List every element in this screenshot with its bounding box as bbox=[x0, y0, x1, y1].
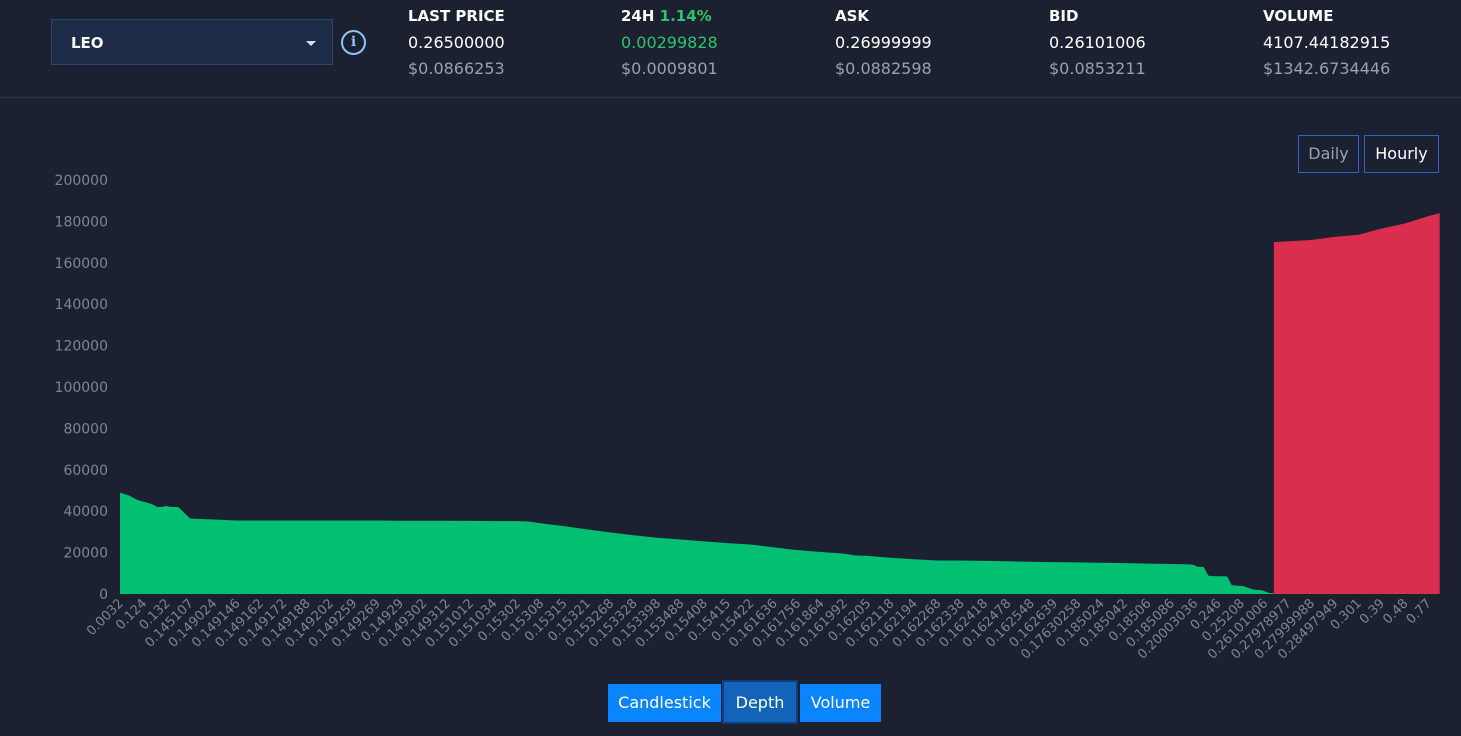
depth-chart: 0 20000 40000 60000 80000 100000 120000 140000 1… bbox=[55, 173, 1440, 662]
chevron-down-icon bbox=[306, 41, 316, 46]
stat-value: 0.26999999 bbox=[835, 33, 932, 52]
stat-label: BID bbox=[1049, 7, 1079, 25]
y-tick-label: 180000 bbox=[55, 214, 108, 230]
x-tick-label: 0.48 bbox=[1380, 596, 1411, 627]
stat-usd-value: $0.0853211 bbox=[1049, 59, 1146, 78]
tab-volume[interactable]: Volume bbox=[800, 684, 881, 722]
stat-usd-value: $0.0882598 bbox=[835, 59, 932, 78]
tab-depth[interactable]: Depth bbox=[722, 680, 798, 724]
change-percent: 1.14% bbox=[659, 7, 712, 25]
stat-volume: VOLUME 4107.44182915 $1342.6734446 bbox=[1263, 7, 1390, 78]
stat-bid: BID 0.26101006 $0.0853211 bbox=[1049, 7, 1146, 78]
market-header: LEO i LAST PRICE 0.26500000 $0.0866253 2… bbox=[0, 0, 1461, 98]
stat-value: 0.00299828 bbox=[621, 33, 718, 52]
asks-area bbox=[1273, 213, 1440, 594]
stat-usd-value: $0.0866253 bbox=[408, 59, 505, 78]
stat-value: 4107.44182915 bbox=[1263, 33, 1391, 52]
pair-select[interactable]: LEO bbox=[51, 19, 333, 65]
stat-label: LAST PRICE bbox=[408, 7, 505, 25]
y-tick-label: 20000 bbox=[63, 546, 108, 562]
info-icon[interactable]: i bbox=[341, 30, 366, 55]
hourly-button[interactable]: Hourly bbox=[1364, 135, 1439, 173]
y-tick-label: 200000 bbox=[55, 173, 108, 189]
y-tick-label: 80000 bbox=[63, 421, 108, 437]
y-tick-label: 0 bbox=[99, 587, 108, 603]
tab-candlestick[interactable]: Candlestick bbox=[608, 684, 721, 722]
stat-usd-value: $0.0009801 bbox=[621, 59, 718, 78]
stat-label: VOLUME bbox=[1263, 7, 1334, 25]
y-tick-label: 40000 bbox=[63, 504, 108, 520]
y-tick-label: 140000 bbox=[55, 297, 108, 313]
stat-value: 0.26500000 bbox=[408, 33, 505, 52]
y-tick-label: 100000 bbox=[55, 380, 108, 396]
stat-label: ASK bbox=[835, 7, 870, 25]
stat-last-price: LAST PRICE 0.26500000 $0.0866253 bbox=[408, 7, 505, 78]
bids-area bbox=[120, 492, 1284, 594]
x-tick-label: 0.77 bbox=[1404, 596, 1435, 627]
x-tick-label: 0.39 bbox=[1357, 596, 1388, 627]
daily-button[interactable]: Daily bbox=[1298, 135, 1359, 173]
stat-value: 0.26101006 bbox=[1049, 33, 1146, 52]
y-tick-label: 60000 bbox=[63, 463, 108, 479]
stat-usd-value: $1342.6734446 bbox=[1263, 59, 1391, 78]
stat-24h-change: 24H 1.14% 0.00299828 $0.0009801 bbox=[621, 7, 718, 78]
pair-select-value: LEO bbox=[71, 34, 104, 52]
y-tick-label: 160000 bbox=[55, 256, 108, 272]
stat-ask: ASK 0.26999999 $0.0882598 bbox=[835, 7, 932, 78]
stat-label: 24H 1.14% bbox=[621, 7, 712, 25]
y-tick-label: 120000 bbox=[55, 339, 108, 355]
